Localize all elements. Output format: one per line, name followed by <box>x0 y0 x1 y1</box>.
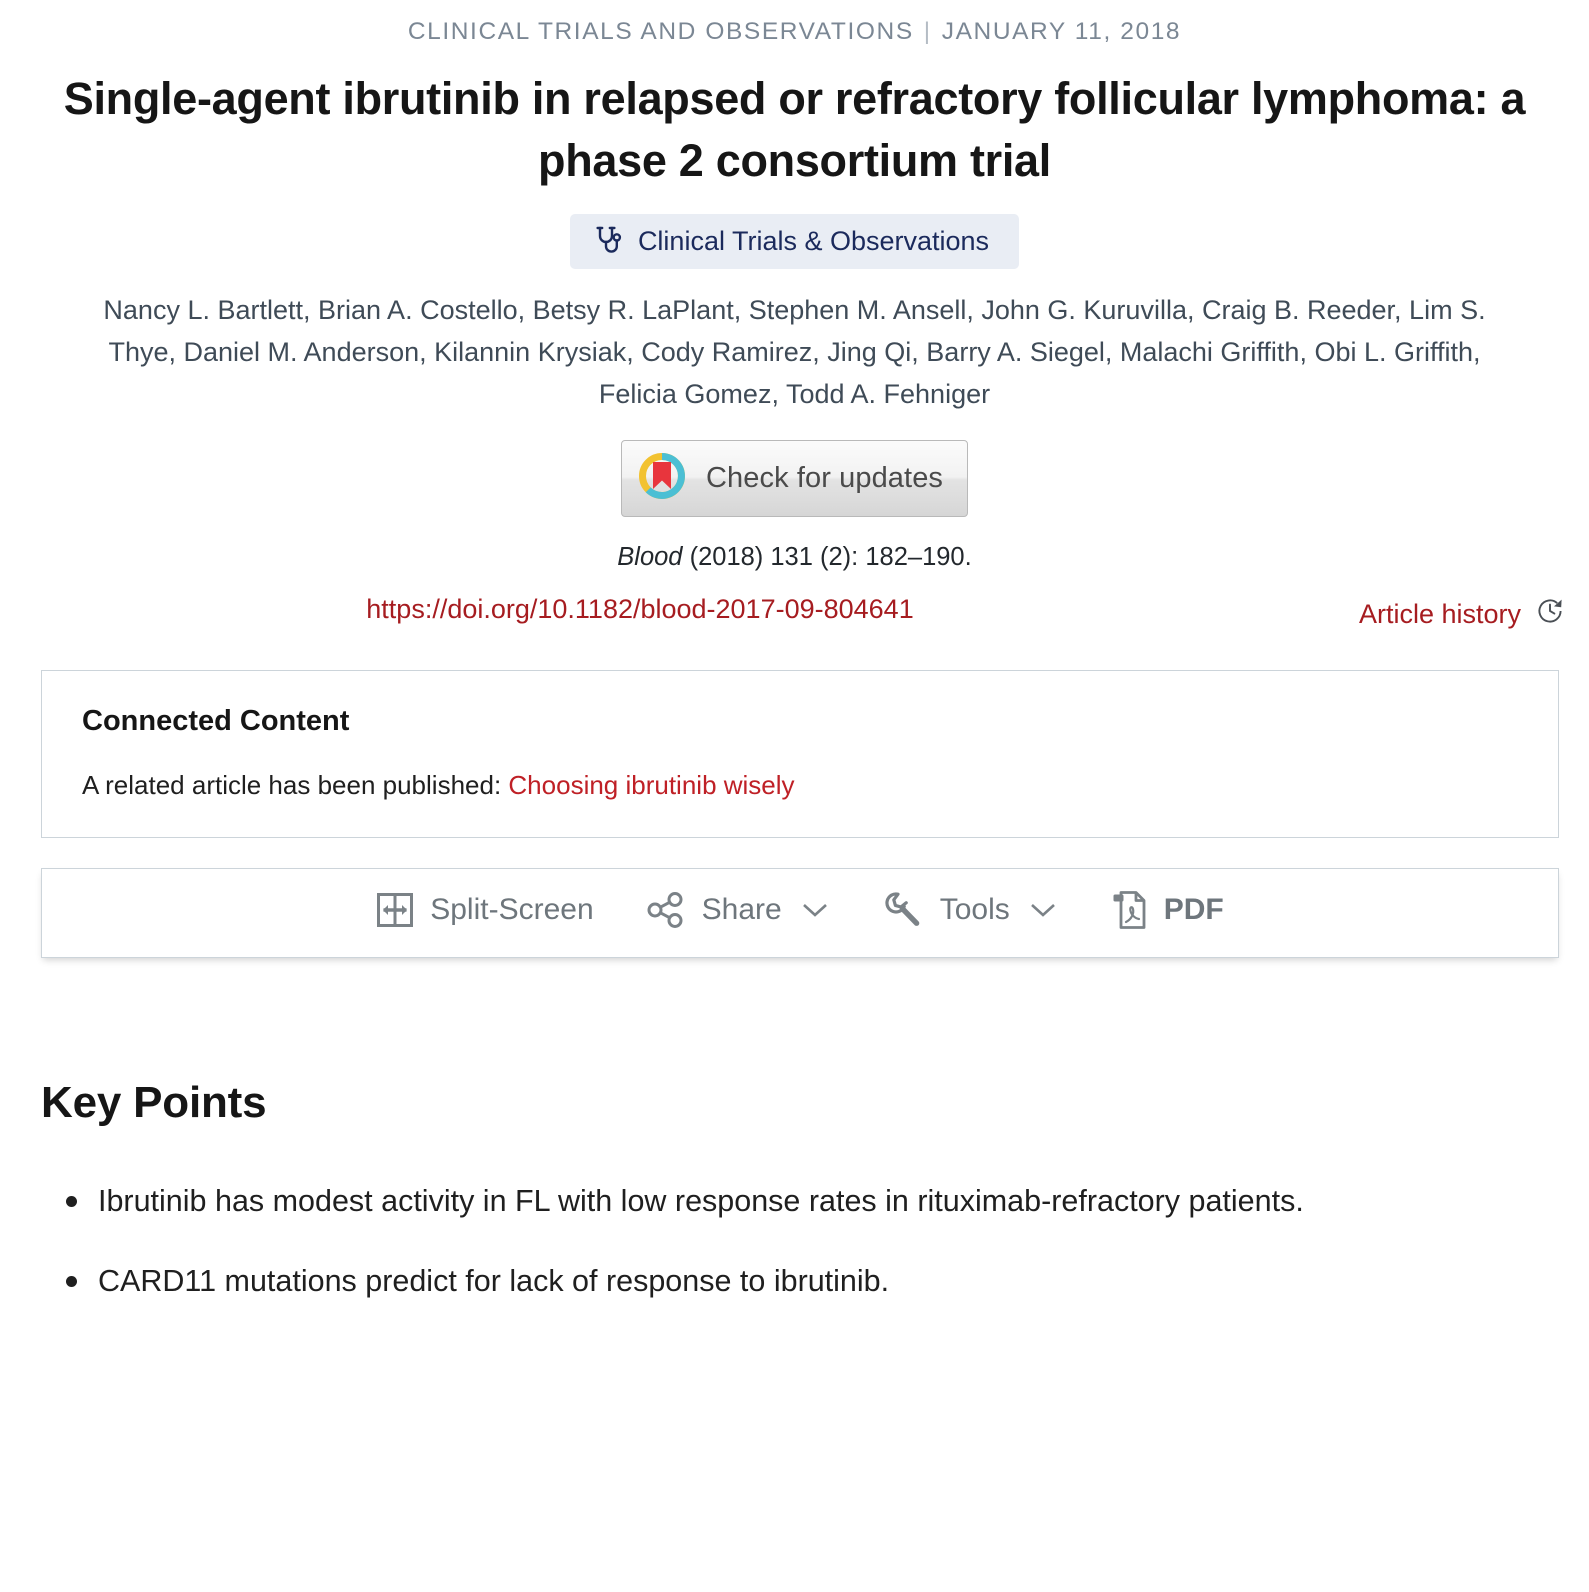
tools-label: Tools <box>939 892 1010 926</box>
split-screen-button[interactable]: Split-Screen <box>376 891 594 929</box>
stethoscope-icon <box>596 226 624 256</box>
chevron-down-icon <box>800 900 830 920</box>
doi-row: https://doi.org/10.1182/blood-2017-09-80… <box>0 594 1589 642</box>
check-for-updates-label: Check for updates <box>705 461 944 494</box>
wrench-icon <box>882 889 924 931</box>
author-list: Nancy L. Bartlett, Brian A. Costello, Be… <box>103 295 1486 410</box>
connected-content-text: A related article has been published: Ch… <box>82 770 1518 801</box>
article-history-label: Article history <box>1358 598 1521 629</box>
section-name: CLINICAL TRIALS AND OBSERVATIONS <box>407 18 914 45</box>
split-screen-label: Split-Screen <box>430 892 594 926</box>
crossmark-logo-icon <box>636 450 688 507</box>
key-points-heading: Key Points <box>41 1077 267 1127</box>
check-for-updates-button[interactable]: Check for updates <box>620 439 969 517</box>
article-tools-panel: Split-Screen Share Tools PDF <box>41 867 1559 958</box>
connected-content-panel: Connected Content A related article has … <box>41 669 1559 838</box>
article-eyebrow: CLINICAL TRIALS AND OBSERVATIONS | JANUARY… <box>0 0 1589 46</box>
article-history-button[interactable]: Article history <box>1359 596 1565 633</box>
key-points-list: Ibrutinib has modest activity in FL with… <box>41 1166 1589 1316</box>
article-toolbar: Split-Screen Share Tools PDF <box>42 887 1558 933</box>
journal-name: Blood <box>617 542 683 571</box>
crossmark-row: Check for updates <box>0 439 1589 517</box>
split-screen-icon <box>376 891 414 929</box>
tools-button[interactable]: Tools <box>882 889 1058 931</box>
related-article-link[interactable]: Choosing ibrutinib wisely <box>508 770 794 800</box>
subject-badge[interactable]: Clinical Trials & Observations <box>569 214 1020 270</box>
page-title: Single-agent ibrutinib in relapsed or re… <box>63 73 1526 187</box>
eyebrow-separator: | <box>923 18 932 45</box>
chevron-down-icon <box>1028 900 1058 920</box>
key-points-section: Key Points Ibrutinib has modest activity… <box>41 1078 1589 1316</box>
subject-badge-label: Clinical Trials & Observations <box>637 225 990 256</box>
citation-line: Blood (2018) 131 (2): 182–190. <box>0 543 1589 572</box>
list-item: CARD11 mutations predict for lack of res… <box>41 1246 1511 1316</box>
list-item: Ibrutinib has modest activity in FL with… <box>41 1166 1511 1236</box>
share-nodes-icon <box>646 890 686 930</box>
history-clock-icon <box>1535 596 1565 633</box>
pdf-label: PDF <box>1163 892 1224 926</box>
citation-details: (2018) 131 (2): 182–190. <box>682 542 972 571</box>
connected-content-prefix: A related article has been published: <box>82 769 509 800</box>
doi-link[interactable]: https://doi.org/10.1182/blood-2017-09-80… <box>0 594 1280 625</box>
pdf-file-icon <box>1110 887 1150 933</box>
share-label: Share <box>701 892 782 926</box>
share-button[interactable]: Share <box>646 890 830 930</box>
subject-badge-row: Clinical Trials & Observations <box>0 214 1589 270</box>
publication-date: JANUARY 11, 2018 <box>941 18 1182 45</box>
connected-content-title: Connected Content <box>82 704 350 737</box>
pdf-button[interactable]: PDF <box>1110 887 1224 933</box>
